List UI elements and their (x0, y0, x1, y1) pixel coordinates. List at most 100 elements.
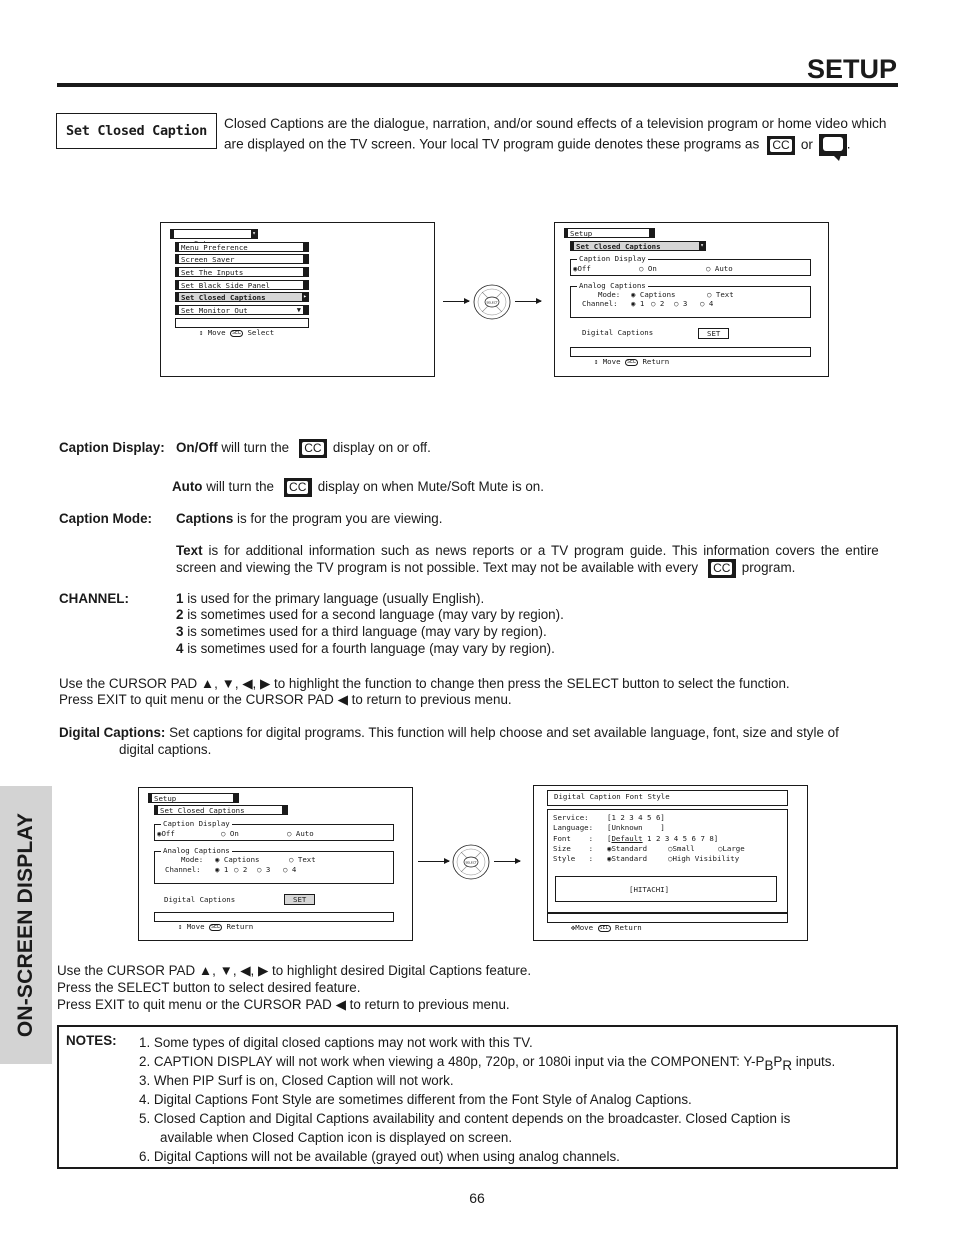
sel-button-icon: SEL (208, 923, 223, 931)
menu-item-menu-preference[interactable]: Menu Preference (175, 242, 309, 252)
radio-on[interactable]: ○ On (221, 829, 239, 839)
menu-item-set-monitor-out[interactable]: Set Monitor Out ▼ (175, 305, 309, 315)
tv-screen-set-closed-captions: Setup Set Closed Captions ▾ Caption Displ… (554, 222, 829, 377)
radio-channel-4[interactable]: ○ 4 (700, 299, 713, 309)
digital-instruction-3: Press EXIT to quit menu or the CURSOR PA… (57, 997, 510, 1012)
submenu-set-closed-captions[interactable]: Set Closed Captions ▾ (570, 241, 706, 251)
language-selector[interactable]: [Unknown ] (607, 823, 665, 833)
radio-off[interactable]: ◉Off (573, 264, 591, 274)
caption-display-heading: Caption Display: (59, 440, 165, 455)
notes-label: NOTES: (66, 1033, 117, 1048)
intro-line-2: are displayed on the TV screen. Your loc… (224, 134, 914, 161)
caption-display-group: Caption Display ◉Off ○ On ○ Auto (570, 254, 811, 276)
channel-item-3: 3 is sometimes used for a third language… (176, 624, 547, 639)
cc-icon: CC (767, 135, 796, 155)
radio-channel-1[interactable]: ◉ 1 (631, 299, 644, 309)
caption-display-auto: Auto will turn the CC display on when Mut… (172, 478, 544, 497)
radio-style-high-visibility[interactable]: ○High Visibility (668, 854, 739, 864)
side-tab-on-screen-display: ON-SCREEN DISPLAY (0, 786, 52, 1064)
set-button[interactable]: SET (284, 894, 316, 905)
caption-mode-heading: Caption Mode: (59, 511, 152, 526)
page-number: 66 (469, 1190, 485, 1206)
cursor-instruction-2: Press EXIT to quit menu or the CURSOR PA… (59, 692, 512, 707)
title-rule (57, 83, 898, 87)
radio-channel-2[interactable]: ○ 2 (234, 865, 247, 875)
intro-line-1: Closed Captions are the dialogue, narrat… (224, 116, 887, 131)
note-item-continuation: available when Closed Caption icon is di… (160, 1130, 513, 1145)
radio-style-standard[interactable]: ◉Standard (607, 854, 647, 864)
radio-auto[interactable]: ○ Auto (287, 829, 314, 839)
caption-display-group: Caption Display ◉Off ○ On ○ Auto (154, 819, 394, 841)
radio-size-small[interactable]: ○Small (668, 844, 695, 854)
note-item: 4. Digital Captions Font Style are somet… (139, 1092, 692, 1107)
radio-size-large[interactable]: ○Large (718, 844, 745, 854)
svg-text:SELECT: SELECT (486, 301, 497, 305)
channel-item-1: 1 is used for the primary language (usua… (176, 591, 485, 606)
section-label-set-closed-caption: Set Closed Caption (56, 113, 217, 149)
intro-paragraph: Closed Captions are the dialogue, narrat… (224, 114, 914, 161)
radio-on[interactable]: ○ On (639, 264, 657, 274)
scroll-down-icon: ▼ (296, 306, 301, 314)
caption-mode-text-line1: Text is for additional information such … (176, 543, 879, 558)
caption-display-onoff: On/Off will turn the CC display on or off… (176, 439, 431, 458)
notes-list: 1. Some types of digital closed captions… (139, 1033, 889, 1166)
digital-captions-description-cont: digital captions. (119, 742, 212, 757)
radio-channel-3[interactable]: ○ 3 (674, 299, 687, 309)
cursor-instruction-1: Use the CURSOR PAD ▲, ▼, ◀, ▶ to highlig… (59, 676, 790, 691)
menu-item-screen-saver[interactable]: Screen Saver (175, 254, 309, 264)
sel-button-icon: SEL (597, 924, 611, 932)
sel-button-icon: SEL (229, 329, 244, 337)
dropdown-icon: ▾ (699, 241, 705, 251)
channel-item-2: 2 is sometimes used for a second languag… (176, 607, 564, 622)
caption-mode-text-line2: screen and viewing the TV program is not… (176, 559, 795, 578)
tv-screen-set-closed-captions-set-highlighted: Setup Set Closed Captions Caption Displa… (138, 787, 413, 941)
caption-bubble-icon (818, 134, 847, 161)
menu-title: Setup (148, 793, 239, 803)
notes-box: NOTES: 1. Some types of digital closed c… (57, 1025, 898, 1169)
radio-size-standard[interactable]: ◉Standard (607, 844, 647, 854)
channel-item-4: 4 is sometimes used for a fourth languag… (176, 641, 555, 656)
service-selector[interactable]: [1 2 3 4 5 6] (607, 813, 665, 823)
set-button[interactable]: SET (698, 328, 730, 339)
arrow-right-icon (494, 858, 521, 864)
radio-off[interactable]: ◉Off (157, 829, 175, 839)
menu-footer: ✥Move SEL Return (547, 913, 788, 932)
updown-arrow-icon: ↕ (198, 328, 204, 337)
radio-mode-captions[interactable]: ◉ Captions (215, 855, 260, 865)
tv-screen-digital-caption-font-style: Digital Caption Font Style Service: [1 2… (533, 785, 808, 941)
menu-item-set-black-side-panel[interactable]: Set Black Side Panel (175, 280, 309, 290)
analog-captions-group: Analog Captions Mode: ◉ Captions ○ Text … (570, 281, 811, 318)
analog-captions-group: Analog Captions Mode: ◉ Captions ○ Text … (154, 846, 394, 884)
updown-arrow-icon: ↕ (593, 357, 599, 366)
submenu-set-closed-captions[interactable]: Set Closed Captions (154, 805, 288, 815)
menu-footer: ↕ Move SEL Return (570, 347, 811, 366)
radio-channel-1[interactable]: ◉ 1 (215, 865, 228, 875)
digital-instruction-2: Press the SELECT button to select desire… (57, 980, 361, 995)
note-item: 5. Closed Caption and Digital Captions a… (139, 1111, 791, 1126)
dropdown-icon: ▾ (251, 229, 257, 239)
menu-footer: ↕ Move SEL Return (154, 912, 394, 931)
tv-screen-setup-menu: Setup ▾ Menu Preference Screen Saver Set… (160, 222, 435, 377)
menu-item-set-closed-captions[interactable]: Set Closed Captions ▸ (175, 292, 309, 302)
note-item: 1. Some types of digital closed captions… (139, 1035, 533, 1050)
menu-title: Setup (564, 228, 655, 238)
radio-channel-2[interactable]: ○ 2 (651, 299, 664, 309)
arrow-right-icon (443, 298, 470, 304)
page-title: SETUP (806, 54, 897, 84)
chevron-right-icon: ▸ (302, 292, 308, 302)
radio-channel-4[interactable]: ○ 4 (283, 865, 296, 875)
radio-channel-3[interactable]: ○ 3 (257, 865, 270, 875)
menu-footer: ↕ Move SEL Select (175, 318, 309, 337)
menu-item-set-the-inputs[interactable]: Set The Inputs (175, 267, 309, 277)
cc-icon: CC (283, 478, 312, 497)
svg-text:SELECT: SELECT (465, 861, 476, 865)
note-item: 6. Digital Captions will not be availabl… (139, 1149, 620, 1164)
digital-captions-label: Digital Captions (164, 895, 236, 904)
cursor-pad-icon: SELECT (452, 844, 490, 880)
note-item: 3. When PIP Surf is on, Closed Caption w… (139, 1073, 454, 1088)
font-selector[interactable]: [Default 1 2 3 4 5 6 7 8] (607, 834, 718, 844)
radio-mode-text[interactable]: ○ Text (289, 855, 316, 865)
digital-captions-label: Digital Captions (582, 328, 654, 337)
radio-auto[interactable]: ○ Auto (706, 264, 733, 274)
channel-heading: CHANNEL: (59, 591, 129, 606)
